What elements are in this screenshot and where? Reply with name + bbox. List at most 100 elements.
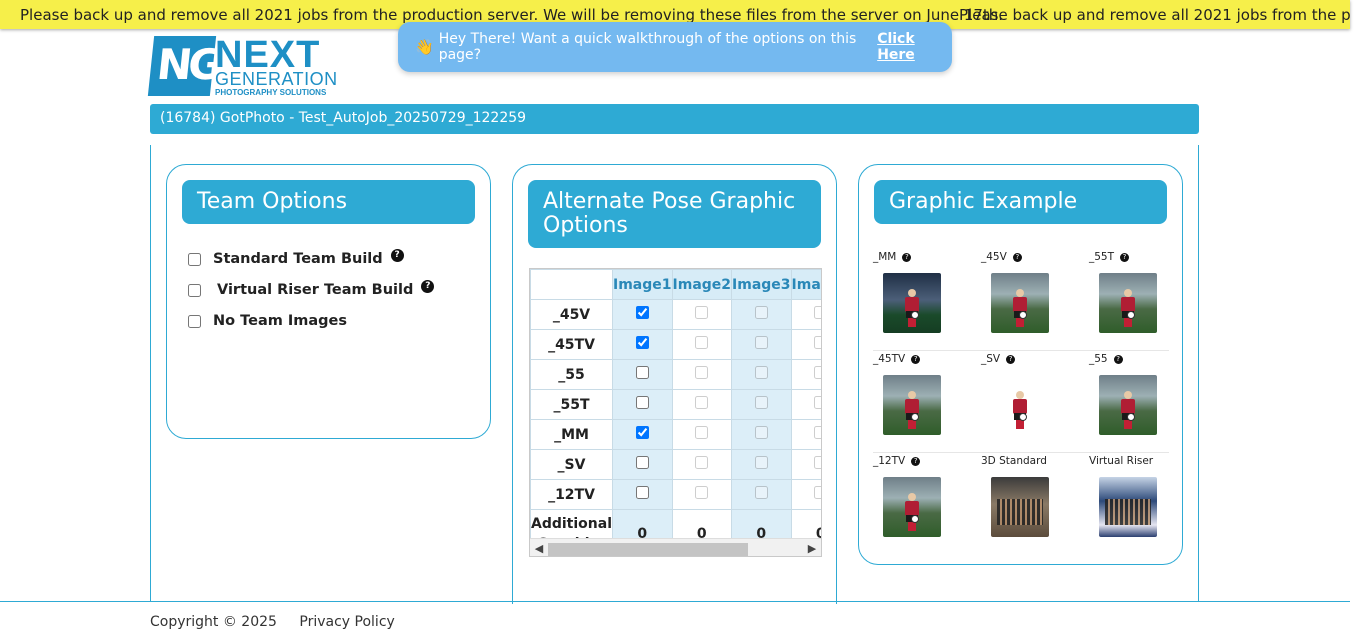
example-thumbnail[interactable] xyxy=(991,477,1049,537)
corner-cell xyxy=(530,269,613,300)
pose-checkbox[interactable] xyxy=(635,456,649,469)
row-label: _MM xyxy=(530,419,613,450)
pose-checkbox[interactable] xyxy=(695,456,709,469)
pose-options-title: Alternate Pose Graphic Options xyxy=(528,180,821,248)
pose-cell xyxy=(612,419,673,450)
example-thumbnail[interactable] xyxy=(1099,375,1157,435)
example-item: _45TV? xyxy=(873,351,971,451)
example-thumbnail[interactable] xyxy=(991,375,1049,435)
example-label: _45V? xyxy=(981,251,1022,263)
virtual-riser-team-build-option[interactable]: Virtual Riser Team Build ? xyxy=(188,279,435,298)
pose-checkbox[interactable] xyxy=(814,426,821,439)
no-team-images-option[interactable]: No Team Images xyxy=(188,313,347,329)
example-thumbnail[interactable] xyxy=(1099,273,1157,333)
copyright-text: Copyright © 2025 xyxy=(150,614,277,630)
pose-cell xyxy=(790,419,821,450)
example-label: 3D Standard xyxy=(981,455,1047,467)
standard-team-build-checkbox[interactable] xyxy=(188,252,201,266)
pose-checkbox[interactable] xyxy=(814,456,821,469)
example-thumbnail[interactable] xyxy=(883,273,941,333)
example-row: _MM? _45V? _55T? xyxy=(873,249,1169,351)
pose-checkbox[interactable] xyxy=(814,306,821,319)
privacy-policy-link[interactable]: Privacy Policy xyxy=(299,614,394,630)
pose-checkbox[interactable] xyxy=(695,426,709,439)
pose-checkbox[interactable] xyxy=(635,486,649,499)
help-icon[interactable]: ? xyxy=(421,279,435,293)
help-icon[interactable]: ? xyxy=(1120,252,1130,262)
pose-checkbox[interactable] xyxy=(754,456,768,469)
pose-checkbox[interactable] xyxy=(754,366,768,379)
help-icon[interactable]: ? xyxy=(911,354,921,364)
pose-table-header: Image1 Image2 Image3 Image4 xyxy=(530,269,821,300)
pose-checkbox[interactable] xyxy=(754,336,768,349)
pose-checkbox[interactable] xyxy=(695,336,709,349)
example-item: _55? xyxy=(1089,351,1187,451)
pose-checkbox[interactable] xyxy=(814,366,821,379)
logo-mark: NG xyxy=(147,36,221,96)
pose-cell xyxy=(731,479,792,510)
pose-checkbox[interactable] xyxy=(754,306,768,319)
example-label: _55? xyxy=(1089,353,1123,365)
pose-cell xyxy=(790,479,821,510)
scroll-right-icon[interactable]: ▶ xyxy=(806,542,818,555)
example-thumbnail[interactable] xyxy=(883,375,941,435)
example-item: 3D Standard xyxy=(981,453,1079,553)
pose-checkbox[interactable] xyxy=(635,336,649,349)
horizontal-scrollbar[interactable]: ◀ ▶ xyxy=(530,538,821,556)
table-row: _45V xyxy=(530,299,821,330)
example-thumbnail[interactable] xyxy=(1099,477,1157,537)
pose-options-card: Alternate Pose Graphic Options Image1 Im… xyxy=(512,164,837,604)
pose-checkbox[interactable] xyxy=(695,396,709,409)
column-header: Image1 xyxy=(612,269,673,300)
table-row: _SV xyxy=(530,449,821,480)
help-icon[interactable]: ? xyxy=(1006,354,1016,364)
example-thumbnail[interactable] xyxy=(883,477,941,537)
scrollbar-thumb[interactable] xyxy=(548,543,748,556)
no-team-images-label: No Team Images xyxy=(213,313,348,329)
pose-checkbox[interactable] xyxy=(635,366,649,379)
pose-checkbox[interactable] xyxy=(754,486,768,499)
pose-cell xyxy=(731,329,792,360)
pose-checkbox[interactable] xyxy=(695,366,709,379)
help-icon[interactable]: ? xyxy=(902,252,912,262)
example-item: _55T? xyxy=(1089,249,1187,349)
pose-cell xyxy=(612,299,673,330)
walkthrough-link[interactable]: Click Here xyxy=(877,31,952,63)
example-row: _45TV? _SV? _55? xyxy=(873,351,1169,453)
row-label: _SV xyxy=(530,449,613,480)
graphic-example-grid: _MM? _45V? _55T? _45TV? _SV? _55? _12TV? 3D Sta… xyxy=(873,249,1169,555)
pose-checkbox[interactable] xyxy=(814,336,821,349)
example-item: _45V? xyxy=(981,249,1079,349)
example-label: _45TV? xyxy=(873,353,921,365)
no-team-images-checkbox[interactable] xyxy=(188,314,201,328)
pose-checkbox[interactable] xyxy=(695,306,709,319)
pose-cell xyxy=(671,359,733,390)
graphic-example-card: Graphic Example _MM? _45V? _55T? _45TV? _SV?… xyxy=(858,164,1183,565)
example-thumbnail[interactable] xyxy=(991,273,1049,333)
virtual-riser-team-build-checkbox[interactable] xyxy=(188,283,201,297)
pose-checkbox[interactable] xyxy=(695,486,709,499)
pose-cell xyxy=(671,389,733,420)
pose-checkbox[interactable] xyxy=(814,396,821,409)
pose-table: Image1 Image2 Image3 Image4 _45V_45TV_55… xyxy=(530,269,821,556)
footer: Copyright © 2025 Privacy Policy xyxy=(150,614,395,630)
pose-cell xyxy=(731,359,792,390)
pose-checkbox[interactable] xyxy=(635,426,649,439)
scroll-left-icon[interactable]: ◀ xyxy=(533,542,545,555)
pose-checkbox[interactable] xyxy=(635,396,649,409)
pose-checkbox[interactable] xyxy=(814,486,821,499)
pose-checkbox[interactable] xyxy=(754,396,768,409)
pose-checkbox[interactable] xyxy=(754,426,768,439)
graphic-example-title: Graphic Example xyxy=(874,180,1167,224)
help-icon[interactable]: ? xyxy=(390,248,404,262)
help-icon[interactable]: ? xyxy=(1012,252,1022,262)
logo-word-generation: GENERATION xyxy=(215,69,338,89)
help-icon[interactable]: ? xyxy=(1113,354,1123,364)
banner-message-repeat: Please back up and remove all 2021 jobs … xyxy=(959,6,1350,24)
pose-table-scroll[interactable]: Image1 Image2 Image3 Image4 _45V_45TV_55… xyxy=(529,268,822,557)
pose-checkbox[interactable] xyxy=(635,306,649,319)
logo[interactable]: NG NEXT GENERATION PHOTOGRAPHY SOLUTIONS xyxy=(147,34,346,98)
standard-team-build-option[interactable]: Standard Team Build ? xyxy=(188,248,404,267)
help-icon[interactable]: ? xyxy=(911,456,921,466)
job-title: (16784) GotPhoto - Test_AutoJob_20250729… xyxy=(160,110,527,126)
